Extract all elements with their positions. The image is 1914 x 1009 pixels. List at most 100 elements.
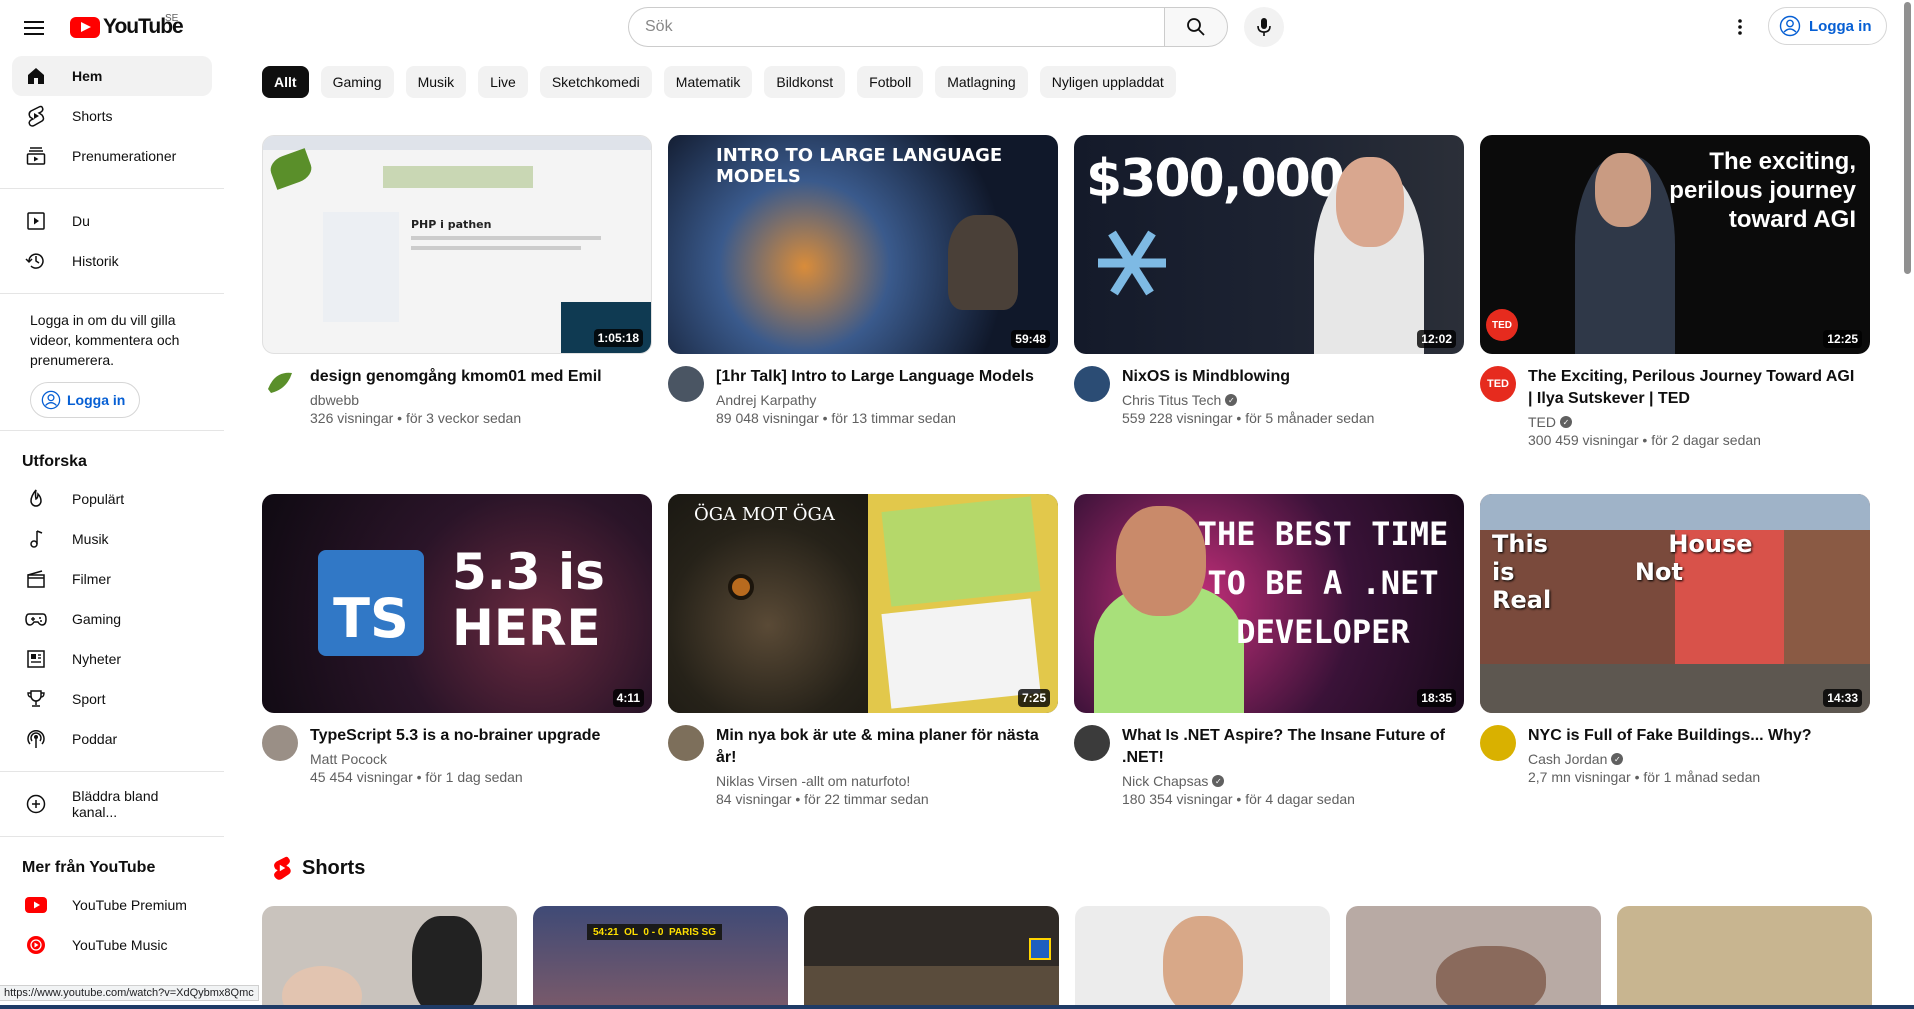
channel-avatar[interactable]: [1074, 725, 1110, 761]
signin-button[interactable]: Logga in: [1768, 7, 1887, 45]
thumbnail-text: INTRO TO LARGE LANGUAGE MODELS: [716, 145, 1003, 187]
sidebar-item-history[interactable]: Historik: [12, 241, 212, 281]
video-title[interactable]: design genomgång kmom01 med Emil: [310, 366, 602, 388]
sidebar-item-music[interactable]: Musik: [12, 519, 212, 559]
short-thumbnail[interactable]: [1075, 906, 1330, 1009]
channel-name[interactable]: Nick Chapsas ✓: [1122, 773, 1452, 789]
sidebar-divider: [0, 188, 224, 189]
short-score-overlay: 54:21 OL 0 - 0 PARIS SG: [587, 924, 723, 940]
scrollbar-thumb[interactable]: [1904, 2, 1911, 274]
video-card: THE BEST TIME TO BE A .NET DEVELOPER 18:…: [1074, 494, 1464, 853]
signin-label: Logga in: [1809, 17, 1872, 35]
channel-name[interactable]: Niklas Virsen -allt om naturfoto!: [716, 773, 1046, 789]
channel-name-text: Niklas Virsen -allt om naturfoto!: [716, 773, 911, 789]
voice-search-button[interactable]: [1244, 7, 1284, 47]
chip-cooking[interactable]: Matlagning: [935, 66, 1028, 98]
video-duration: 14:33: [1823, 689, 1862, 707]
chip-football[interactable]: Fotboll: [857, 66, 924, 98]
channel-name[interactable]: Matt Pocock: [310, 751, 600, 767]
channel-name-text: Andrej Karpathy: [716, 392, 817, 408]
short-thumbnail[interactable]: [262, 906, 517, 1009]
account-icon: [1779, 15, 1801, 37]
video-thumbnail[interactable]: This House is Not Real 14:33: [1480, 494, 1870, 713]
sidebar-item-you[interactable]: Du: [12, 201, 212, 241]
video-title[interactable]: NYC is Full of Fake Buildings... Why?: [1528, 725, 1812, 747]
video-thumbnail[interactable]: THE BEST TIME TO BE A .NET DEVELOPER 18:…: [1074, 494, 1464, 713]
search-input[interactable]: [645, 18, 1148, 36]
channel-name[interactable]: TED ✓: [1528, 414, 1858, 430]
chip-recently-uploaded[interactable]: Nyligen uppladdat: [1039, 66, 1176, 98]
country-code: SE: [165, 13, 179, 24]
channel-name[interactable]: dbwebb: [310, 392, 602, 408]
channel-avatar[interactable]: [668, 366, 704, 402]
video-thumbnail[interactable]: TS 5.3 is HERE 4:11: [262, 494, 652, 713]
chip-sketch-comedy[interactable]: Sketchkomedi: [539, 66, 652, 98]
channel-avatar[interactable]: [262, 366, 298, 402]
sidebar-item-label: Prenumerationer: [72, 148, 177, 164]
channel-avatar[interactable]: [1480, 725, 1516, 761]
sidebar-item-movies[interactable]: Filmer: [12, 559, 212, 599]
chip-all[interactable]: Allt: [262, 66, 309, 98]
channel-avatar[interactable]: [668, 725, 704, 761]
short-thumbnail[interactable]: [1346, 906, 1601, 1009]
taskbar-edge: [0, 1005, 1914, 1009]
short-thumbnail[interactable]: [804, 906, 1059, 1009]
video-thumbnail[interactable]: INTRO TO LARGE LANGUAGE MODELS 59:48: [668, 135, 1058, 354]
video-title[interactable]: Min nya bok är ute & mina planer för näs…: [716, 725, 1046, 769]
channel-avatar[interactable]: [262, 725, 298, 761]
video-duration: 18:35: [1417, 689, 1456, 707]
video-thumbnail[interactable]: $300,000 12:02: [1074, 135, 1464, 354]
video-title[interactable]: TypeScript 5.3 is a no-brainer upgrade: [310, 725, 600, 747]
shorts-icon: [274, 856, 291, 880]
video-title[interactable]: What Is .NET Aspire? The Insane Future o…: [1122, 725, 1452, 769]
sidebar-item-youtube-music[interactable]: YouTube Music: [12, 925, 212, 965]
sidebar-item-youtube-premium[interactable]: YouTube Premium: [12, 885, 212, 925]
sidebar-item-label: Nyheter: [72, 651, 122, 667]
channel-avatar[interactable]: [1074, 366, 1110, 402]
channel-name[interactable]: Andrej Karpathy: [716, 392, 1034, 408]
video-stats: 2,7 mn visningar • för 1 månad sedan: [1528, 769, 1761, 785]
sidebar-item-sports[interactable]: Sport: [12, 679, 212, 719]
search-button[interactable]: [1164, 7, 1228, 47]
leaf-icon: [268, 372, 292, 393]
guide-menu-button[interactable]: [18, 12, 50, 44]
sidebar-item-subscriptions[interactable]: Prenumerationer: [12, 136, 212, 176]
sidebar-item-gaming[interactable]: Gaming: [12, 599, 212, 639]
sidebar-signin-button[interactable]: Logga in: [30, 382, 140, 418]
short-thumbnail[interactable]: [1617, 906, 1872, 1009]
video-thumbnail[interactable]: The exciting, perilous journey toward AG…: [1480, 135, 1870, 354]
video-duration: 12:02: [1417, 330, 1456, 348]
chip-mathematics[interactable]: Matematik: [663, 66, 753, 98]
channel-name[interactable]: Cash Jordan ✓: [1528, 751, 1812, 767]
shorts-heading: Shorts: [302, 856, 366, 879]
trending-icon: [24, 487, 48, 511]
channel-name[interactable]: Chris Titus Tech ✓: [1122, 392, 1374, 408]
short-thumbnail[interactable]: 54:21 OL 0 - 0 PARIS SG: [533, 906, 788, 1009]
sidebar-item-home[interactable]: Hem: [12, 56, 212, 96]
video-title[interactable]: The Exciting, Perilous Journey Toward AG…: [1528, 366, 1858, 410]
settings-more-button[interactable]: [1724, 11, 1756, 43]
sidebar-item-podcasts[interactable]: Poddar: [12, 719, 212, 759]
video-title[interactable]: NixOS is Mindblowing: [1122, 366, 1374, 388]
search-box[interactable]: [628, 7, 1164, 47]
page-scrollbar[interactable]: [1900, 0, 1914, 1009]
chip-visual-arts[interactable]: Bildkonst: [764, 66, 846, 98]
chip-live[interactable]: Live: [478, 66, 528, 98]
video-stats: 559 228 visningar • för 5 månader sedan: [1122, 410, 1375, 426]
youtube-premium-icon: [24, 893, 48, 917]
typescript-badge: TS: [318, 550, 424, 656]
chip-music[interactable]: Musik: [405, 66, 467, 98]
video-thumbnail[interactable]: ÖGA MOT ÖGA 7:25: [668, 494, 1058, 713]
verified-icon: ✓: [1225, 394, 1238, 406]
podcast-icon: [24, 727, 48, 751]
channel-avatar[interactable]: TED: [1480, 366, 1516, 402]
video-thumbnail[interactable]: PHP i pathen 1:05:18: [262, 135, 652, 354]
video-title[interactable]: [1hr Talk] Intro to Large Language Model…: [716, 366, 1034, 388]
sidebar-item-news[interactable]: Nyheter: [12, 639, 212, 679]
sidebar-divider: [0, 430, 224, 431]
sidebar-item-browse-channels[interactable]: Bläddra bland kanal...: [12, 784, 212, 824]
thumbnail-text: This House is Not Real: [1492, 530, 1753, 614]
chip-gaming[interactable]: Gaming: [320, 66, 394, 98]
sidebar-item-trending[interactable]: Populärt: [12, 479, 212, 519]
sidebar-item-shorts[interactable]: Shorts: [12, 96, 212, 136]
